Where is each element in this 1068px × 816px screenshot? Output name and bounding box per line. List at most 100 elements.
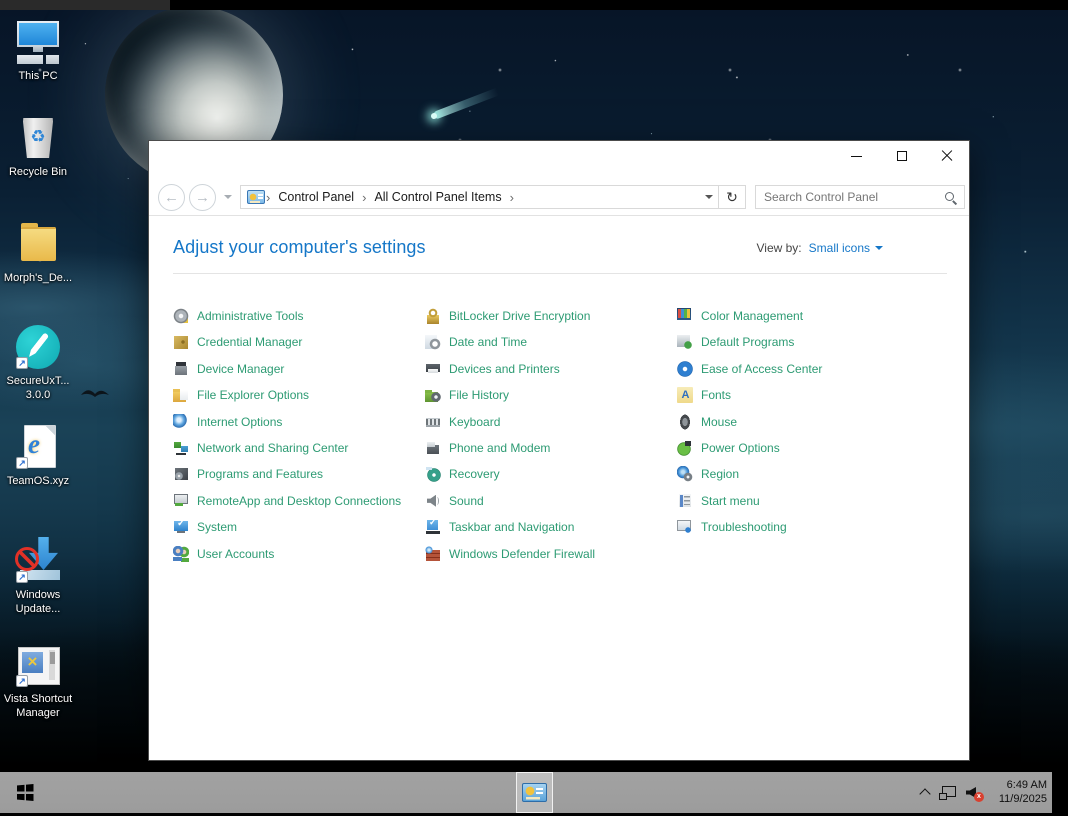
control-panel-item[interactable]: Color Management [677,308,929,324]
control-panel-item[interactable]: Phone and Modem [425,440,677,456]
control-panel-item-label: Network and Sharing Center [197,441,348,455]
sound-icon [425,493,441,509]
control-panel-icon [522,783,547,802]
control-panel-item[interactable]: Keyboard [425,414,677,430]
forward-button[interactable]: → [189,184,216,211]
control-panel-item-label: Sound [449,494,484,508]
control-panel-item[interactable]: System [173,519,425,535]
caption-buttons [834,141,969,171]
control-panel-item[interactable]: Devices and Printers [425,361,677,377]
address-dropdown-button[interactable] [699,186,718,208]
control-panel-item-label: Taskbar and Navigation [449,520,574,534]
desktop-icon-secureux[interactable]: ↗SecureUxT... 3.0.0 [0,323,76,402]
taskbar[interactable]: x 6:49 AM 11/9/2025 [0,772,1052,813]
control-panel-item[interactable]: Network and Sharing Center [173,440,425,456]
control-panel-item-label: Date and Time [449,335,527,349]
defaultprog-icon [677,334,693,350]
back-button[interactable]: ← [158,184,185,211]
close-button[interactable] [924,141,969,171]
view-by-dropdown[interactable]: Small icons [809,241,883,255]
desktop-icon-label: Vista Shortcut Manager [0,692,76,720]
control-panel-item-label: Recovery [449,467,500,481]
desktop-screen: This PC Recycle Bin Morph's_De... ↗SecureUx… [0,0,1068,816]
control-panel-item-label: Internet Options [197,415,282,429]
search-icon[interactable] [944,191,957,204]
screen-edge-right [1052,772,1068,816]
search-input[interactable] [756,186,964,208]
control-panel-item[interactable]: File History [425,387,677,403]
control-panel-item[interactable]: Ease of Access Center [677,361,929,377]
admin-icon [173,308,189,324]
desktop-icons: This PC Recycle Bin Morph's_De... ↗SecureUx… [0,10,80,770]
control-panel-item-label: Ease of Access Center [701,362,822,376]
desktop-icon-label: Windows Update... [0,588,76,616]
desktop-icon-recycle-bin[interactable]: Recycle Bin [0,114,76,179]
control-panel-item[interactable]: Credential Manager [173,334,425,350]
colormgmt-icon [677,308,693,324]
power-icon [677,440,693,456]
control-panel-item[interactable]: Date and Time [425,334,677,350]
maximize-button[interactable] [879,141,924,171]
desktop-icon-this-pc[interactable]: This PC [0,18,76,83]
title-bar[interactable] [149,141,969,179]
desktop-icon-vista-shortcut[interactable]: ↗ Vista Shortcut Manager [0,641,76,720]
tray-expand-icon[interactable] [919,788,930,799]
control-panel-item[interactable]: Device Manager [173,361,425,377]
control-panel-item[interactable]: Recovery [425,466,677,482]
control-panel-item[interactable]: BitLocker Drive Encryption [425,308,677,324]
control-panel-item[interactable]: File Explorer Options [173,387,425,403]
taskbarnav-icon [425,519,441,535]
control-panel-item[interactable]: User Accounts [173,546,425,562]
desktop-icon-windows-update[interactable]: ↗Windows Update... [0,537,76,616]
system-tray: x 6:49 AM 11/9/2025 [921,772,1050,813]
control-panel-item[interactable]: Sound [425,493,677,509]
shortcut-arrow-icon: ↗ [16,675,28,687]
shortcut-arrow-icon: ↗ [16,357,28,369]
inet-icon [173,414,189,430]
control-panel-item[interactable]: Start menu [677,493,929,509]
minimize-button[interactable] [834,141,879,171]
view-by-value: Small icons [809,241,870,255]
control-panel-item[interactable]: Region [677,466,929,482]
chevron-down-icon [875,246,883,254]
breadcrumb-control-panel[interactable]: Control Panel [271,190,361,204]
control-panel-item-label: BitLocker Drive Encryption [449,309,590,323]
history-dropdown-icon[interactable] [224,195,232,203]
devices-icon [425,361,441,377]
fonts-icon [677,387,693,403]
control-panel-item-label: Phone and Modem [449,441,550,455]
volume-muted-icon[interactable]: x [966,786,981,799]
desktop-icon-label: TeamOS.xyz [0,474,76,488]
view-by-control: View by: Small icons [757,241,884,255]
region-icon [677,466,693,482]
control-panel-item[interactable]: Default Programs [677,334,929,350]
taskbar-control-panel-button[interactable] [516,772,553,813]
control-panel-item[interactable]: Power Options [677,440,929,456]
control-panel-item[interactable]: Windows Defender Firewall [425,546,677,562]
control-panel-window: ← → › Control Panel › All Control Panel … [148,140,970,761]
taskbar-clock[interactable]: 6:49 AM 11/9/2025 [991,779,1047,806]
screen-edge-top [0,0,1068,10]
control-panel-item-label: Start menu [701,494,760,508]
breadcrumb-separator-icon[interactable]: › [509,190,515,205]
breadcrumb-all-control-panel-items[interactable]: All Control Panel Items [367,190,508,204]
start-button[interactable] [8,772,42,813]
address-bar[interactable]: › Control Panel › All Control Panel Item… [240,185,746,209]
control-panel-item[interactable]: Administrative Tools [173,308,425,324]
control-panel-item-label: Administrative Tools [197,309,304,323]
network-icon[interactable] [939,786,956,800]
control-panel-item[interactable]: Internet Options [173,414,425,430]
control-panel-item-label: Color Management [701,309,803,323]
control-panel-item[interactable]: Programs and Features [173,466,425,482]
control-panel-item[interactable]: RemoteApp and Desktop Connections [173,493,425,509]
desktop-icon-teamos[interactable]: ↗TeamOS.xyz [0,423,76,488]
control-panel-icon[interactable] [247,190,265,204]
control-panel-item[interactable]: Taskbar and Navigation [425,519,677,535]
control-panel-item[interactable]: Troubleshooting [677,519,929,535]
desktop-icon-morphs-folder[interactable]: Morph's_De... [0,220,76,285]
control-panel-item-label: File History [449,388,509,402]
close-icon [941,150,953,162]
refresh-button[interactable]: ↻ [718,186,745,208]
control-panel-item[interactable]: Mouse [677,414,929,430]
control-panel-item[interactable]: Fonts [677,387,929,403]
